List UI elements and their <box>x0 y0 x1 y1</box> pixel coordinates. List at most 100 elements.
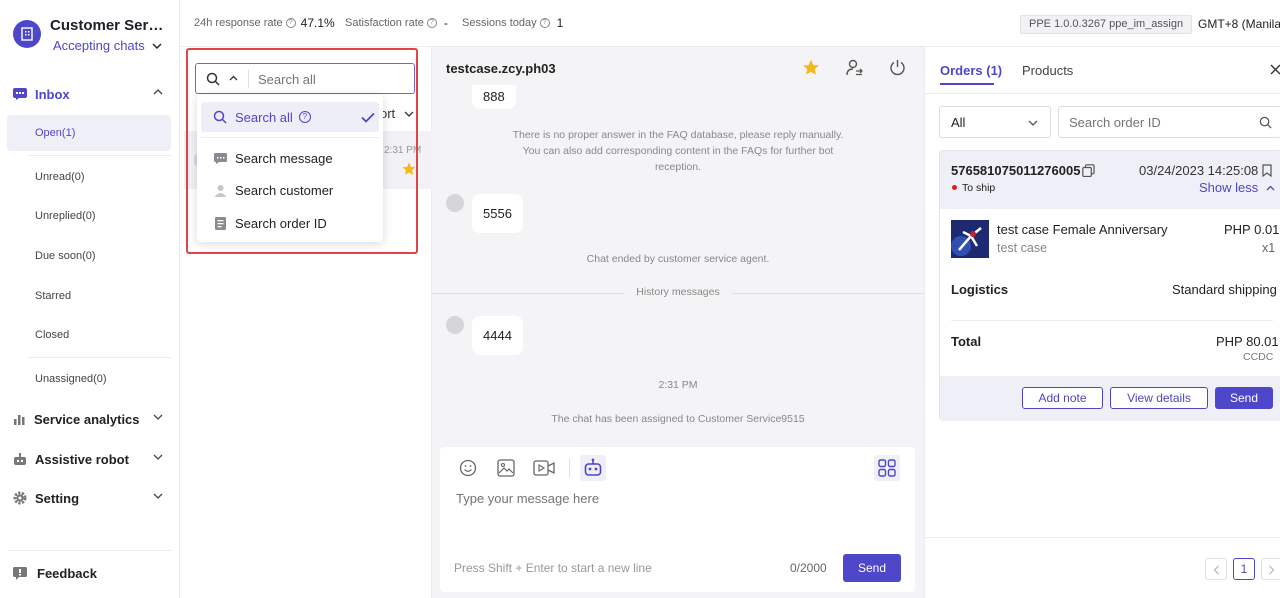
checkmark-icon <box>361 112 375 123</box>
metric-sessions-today: Sessions today ? 1 <box>462 16 563 30</box>
chevron-down-icon <box>153 454 163 460</box>
tab-orders[interactable]: Orders (1) <box>940 63 1002 78</box>
nav-inbox[interactable]: Inbox <box>0 80 180 108</box>
status-label: Accepting chats <box>53 38 145 53</box>
nav-assistive-robot[interactable]: Assistive robot <box>0 445 180 473</box>
divider <box>925 93 1280 94</box>
power-icon[interactable] <box>889 59 906 76</box>
total-sub: CCDC <box>1243 351 1274 363</box>
status-dropdown[interactable]: Accepting chats <box>53 38 162 53</box>
send-order-button[interactable]: Send <box>1215 387 1273 409</box>
nav-assistive-robot-label: Assistive robot <box>35 451 129 467</box>
bot-button[interactable] <box>580 455 606 481</box>
divider <box>28 155 171 156</box>
help-icon[interactable]: ? <box>426 18 437 28</box>
filter-value: All <box>951 115 966 130</box>
chevron-down-icon <box>1028 120 1038 126</box>
order-search-box[interactable] <box>1058 106 1280 138</box>
sidebar-item-unassigned[interactable]: Unassigned(0) <box>7 361 171 397</box>
feedback-icon <box>13 567 27 580</box>
video-icon[interactable] <box>533 459 555 477</box>
nav-setting-label: Setting <box>35 490 80 506</box>
order-search-input[interactable] <box>1069 113 1249 131</box>
help-icon[interactable]: ? <box>285 18 296 28</box>
order-status: To ship <box>962 182 996 194</box>
sidebar-item-unread[interactable]: Unread(0) <box>7 159 171 195</box>
nav-setting[interactable]: Setting <box>0 484 180 512</box>
logistics-value: Standard shipping <box>1172 282 1277 297</box>
message-text: 4444 <box>483 328 512 343</box>
search-scope-message[interactable]: Search message <box>201 143 379 173</box>
divider <box>8 550 172 551</box>
divider <box>432 293 624 294</box>
order-id: 576581075011276005 <box>951 163 1081 178</box>
search-scope-order-id[interactable]: Search order ID <box>201 208 379 238</box>
chevron-down-icon <box>404 111 414 117</box>
add-note-button[interactable]: Add note <box>1022 387 1103 409</box>
search-scope-label: Search all <box>235 109 293 125</box>
view-details-button[interactable]: View details <box>1110 387 1208 409</box>
message-bubble: 5556 <box>472 194 523 233</box>
close-icon[interactable] <box>1270 64 1280 75</box>
metric-label: Satisfaction rate <box>345 17 424 29</box>
message-text: 888 <box>483 89 505 104</box>
message-input[interactable] <box>456 491 896 541</box>
star-icon[interactable] <box>802 59 820 76</box>
tab-products[interactable]: Products <box>1022 63 1073 78</box>
order-filter-select[interactable]: All <box>939 106 1051 138</box>
app-title: Customer Servi... <box>50 17 168 34</box>
feedback-button[interactable]: Feedback <box>13 566 97 581</box>
message-text: 5556 <box>483 206 512 221</box>
customer-icon <box>213 184 227 197</box>
product-thumbnail <box>951 220 989 258</box>
bar-chart-icon <box>14 415 25 425</box>
sidebar-item-due-soon[interactable]: Due soon(0) <box>7 238 171 274</box>
timezone-selector[interactable]: GMT+8 (Manila <box>1198 17 1280 31</box>
order-icon <box>213 216 227 230</box>
transfer-user-icon[interactable] <box>846 59 864 77</box>
sidebar-item-closed[interactable]: Closed <box>7 317 171 353</box>
help-icon[interactable]: ? <box>298 111 311 123</box>
image-icon[interactable] <box>497 459 515 477</box>
help-icon[interactable]: ? <box>539 18 550 28</box>
next-page-button[interactable] <box>1261 558 1280 580</box>
show-less-toggle[interactable]: Show less <box>1199 180 1275 195</box>
chat-bubble-icon <box>13 88 27 100</box>
prev-page-button[interactable] <box>1205 558 1227 580</box>
show-less-label: Show less <box>1199 180 1259 195</box>
divider <box>248 70 249 88</box>
sidebar-item-starred[interactable]: Starred <box>7 278 171 314</box>
chevron-down-icon <box>152 43 162 49</box>
search-scope-label: Search customer <box>235 182 334 198</box>
product-name: test case Female Anniversary <box>997 222 1168 237</box>
star-icon[interactable] <box>402 162 416 176</box>
search-scope-all[interactable]: Search all ? <box>201 102 379 132</box>
divider <box>951 320 1273 321</box>
sidebar-item-open[interactable]: Open(1) <box>7 115 171 151</box>
copy-icon[interactable] <box>1082 164 1095 177</box>
apps-button[interactable] <box>874 455 900 481</box>
sidebar-item-unreplied[interactable]: Unreplied(0) <box>7 198 171 234</box>
chevron-left-icon <box>1213 565 1219 575</box>
order-card-header: 576581075011276005 03/24/2023 14:25:08 T… <box>940 151 1280 209</box>
search-icon <box>213 110 227 124</box>
search-box[interactable] <box>195 63 415 94</box>
divider <box>28 357 171 358</box>
chevron-up-icon[interactable] <box>229 75 238 82</box>
char-counter: 0/2000 <box>790 561 827 575</box>
page-number-button[interactable]: 1 <box>1233 558 1255 580</box>
nav-service-analytics[interactable]: Service analytics <box>0 405 180 433</box>
bookmark-icon[interactable] <box>1262 164 1272 177</box>
emoji-icon[interactable] <box>459 459 477 477</box>
send-message-button[interactable]: Send <box>843 554 901 582</box>
search-scope-customer[interactable]: Search customer <box>201 175 379 205</box>
search-input[interactable] <box>258 69 408 89</box>
search-icon <box>206 72 220 86</box>
message-bubble: 4444 <box>472 316 523 355</box>
search-scope-dropdown: Search all ? Search message Search custo… <box>197 95 383 242</box>
search-icon[interactable] <box>1259 116 1272 129</box>
nav-inbox-label: Inbox <box>35 86 70 102</box>
chevron-right-icon <box>1269 565 1275 575</box>
metric-label: 24h response rate <box>194 17 283 29</box>
sort-dropdown[interactable]: ort <box>380 106 414 121</box>
